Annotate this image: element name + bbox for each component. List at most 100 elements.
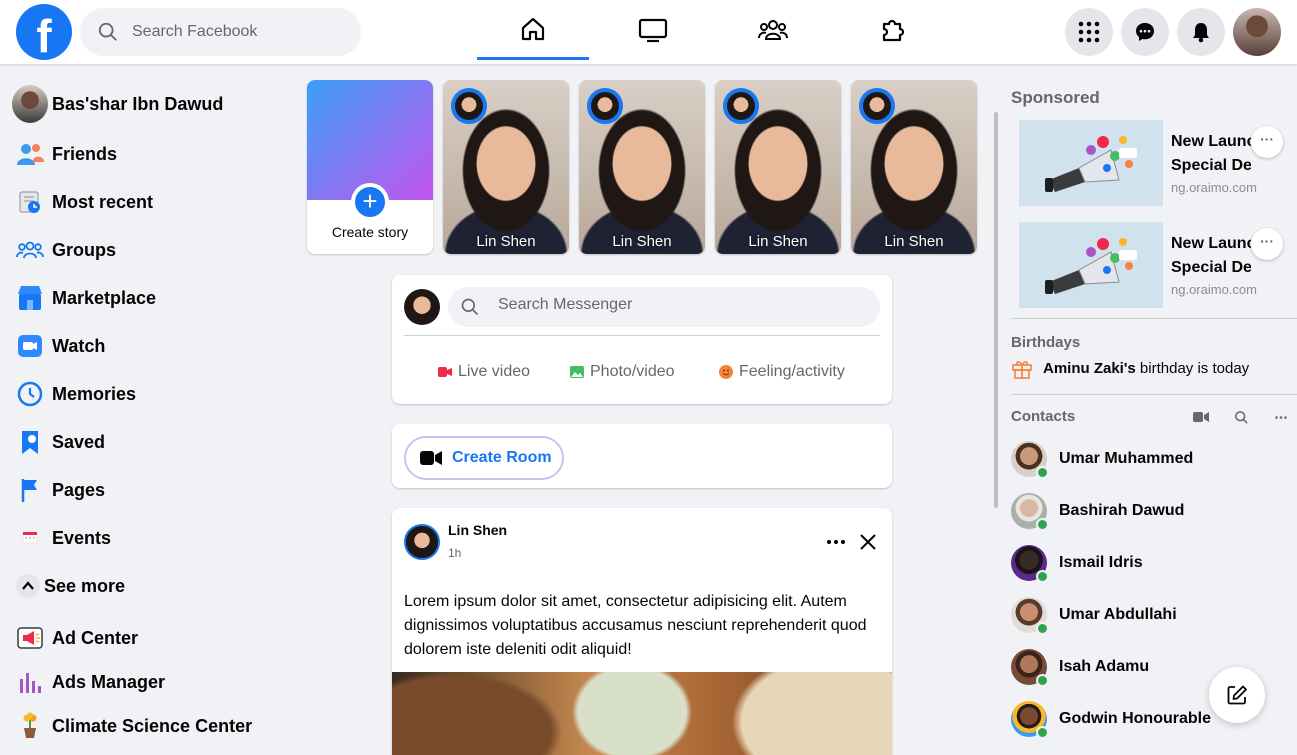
post-timestamp[interactable]: 1h: [448, 546, 461, 560]
gift-icon: [1012, 361, 1032, 379]
online-status-dot: [1036, 622, 1049, 635]
online-status-dot: [1036, 518, 1049, 531]
messenger-search-box[interactable]: [448, 287, 880, 327]
see-more-button[interactable]: See more: [16, 566, 276, 606]
search-box[interactable]: [80, 8, 361, 56]
contact-avatar: [1011, 493, 1049, 531]
sponsored-heading: Sponsored: [1011, 88, 1100, 107]
account-avatar[interactable]: [1233, 8, 1281, 56]
sidebar-item-events[interactable]: Events: [12, 518, 272, 558]
contact-item[interactable]: Umar Muhammed: [1011, 439, 1291, 479]
create-room-button[interactable]: Create Room: [404, 436, 564, 480]
search-input[interactable]: [132, 20, 342, 44]
create-story-card[interactable]: + Create story: [307, 80, 433, 254]
sidebar-item-watch[interactable]: Watch: [12, 326, 272, 366]
friends-icon: [12, 136, 48, 172]
live-video-button[interactable]: Live video: [438, 360, 530, 384]
ad-image[interactable]: [1019, 120, 1163, 206]
live-video-label: Live video: [458, 363, 531, 380]
online-status-dot: [1036, 466, 1049, 479]
new-message-button[interactable]: [1209, 667, 1265, 723]
tab-gaming[interactable]: [837, 0, 949, 60]
ad-options-button[interactable]: ···: [1251, 126, 1283, 158]
sidebar-item-label: Friends: [52, 143, 118, 164]
home-icon: [521, 17, 545, 40]
saved-icon: [12, 424, 48, 460]
sidebar-item-groups[interactable]: Groups: [12, 230, 272, 270]
search-icon: [1234, 410, 1248, 424]
sidebar-item-label: Memories: [52, 383, 137, 404]
shortcut-climate[interactable]: Climate Science Center: [12, 706, 272, 746]
video-camera-icon: [420, 451, 442, 465]
more-options-icon: [1275, 415, 1287, 419]
contact-item[interactable]: Ismail Idris: [1011, 543, 1291, 583]
birthdays-heading: Birthdays: [1011, 334, 1081, 351]
menu-button[interactable]: [1065, 8, 1113, 56]
story-card[interactable]: Lin Shen: [579, 80, 705, 254]
sidebar-item-label: Climate Science Center: [52, 715, 253, 736]
sidebar-item-marketplace[interactable]: Marketplace: [12, 278, 272, 318]
sidebar-item-pages[interactable]: Pages: [12, 470, 272, 510]
shortcut-ad-center[interactable]: Ad Center: [12, 618, 272, 658]
facebook-logo[interactable]: f: [16, 4, 72, 60]
create-story-label: Create story: [331, 224, 409, 240]
contact-item[interactable]: Umar Abdullahi: [1011, 595, 1291, 635]
avatar: [404, 289, 440, 325]
story-card[interactable]: Lin Shen: [443, 80, 569, 254]
ad-image[interactable]: [1019, 222, 1163, 308]
story-avatar: [859, 88, 895, 124]
post-image[interactable]: [392, 672, 892, 755]
ad-title-line1[interactable]: New Launc: [1171, 130, 1251, 154]
pages-icon: [12, 472, 48, 508]
notifications-button[interactable]: [1177, 8, 1225, 56]
tab-home[interactable]: [477, 0, 589, 60]
contact-name: Umar Abdullahi: [1059, 606, 1177, 623]
compose-icon: [1227, 685, 1247, 705]
story-card[interactable]: Lin Shen: [715, 80, 841, 254]
sidebar-item-label: Saved: [52, 431, 106, 452]
contacts-options-button[interactable]: [1270, 406, 1292, 428]
new-room-button[interactable]: [1190, 406, 1212, 428]
birthday-notice[interactable]: Aminu Zaki's birthday is today: [1011, 356, 1249, 380]
shortcut-ads-manager[interactable]: Ads Manager: [12, 662, 272, 702]
ad-domain: ng.oraimo.com: [1171, 282, 1257, 297]
post-body-text: Lorem ipsum dolor sit amet, consectetur …: [404, 593, 867, 658]
ad-title-line1[interactable]: New Launc: [1171, 232, 1251, 256]
megaphone-icon: [1045, 238, 1137, 294]
sidebar-item-most-recent[interactable]: Most recent: [12, 182, 272, 222]
feed-scrollbar[interactable]: [994, 112, 998, 508]
watch-icon: [638, 18, 668, 43]
story-card[interactable]: Lin Shen: [851, 80, 977, 254]
messenger-search-input[interactable]: [498, 296, 858, 314]
gaming-icon: [882, 19, 905, 42]
post-options-button[interactable]: [820, 526, 852, 558]
sidebar-item-saved[interactable]: Saved: [12, 422, 272, 462]
video-camera-icon: [1193, 412, 1209, 422]
sidebar-profile[interactable]: Bas'shar Ibn Dawud: [12, 84, 272, 124]
search-contacts-button[interactable]: [1230, 406, 1252, 428]
divider: [1011, 394, 1297, 395]
ad-options-button[interactable]: ···: [1251, 228, 1283, 260]
ad-title-line2[interactable]: Special Deal: [1171, 154, 1251, 178]
ad-title-line2[interactable]: Special Deal: [1171, 256, 1251, 280]
top-navigation-bar: f: [0, 0, 1297, 64]
tab-groups[interactable]: [717, 0, 829, 60]
story-author: Lin Shen: [884, 233, 944, 250]
story-avatar: [723, 88, 759, 124]
online-status-dot: [1036, 726, 1049, 739]
contact-item[interactable]: Bashirah Dawud: [1011, 491, 1291, 531]
sidebar-item-friends[interactable]: Friends: [12, 134, 272, 174]
messenger-icon: [1136, 23, 1154, 41]
messenger-button[interactable]: [1121, 8, 1169, 56]
feeling-activity-button[interactable]: Feeling/activity: [719, 360, 845, 384]
post-close-button[interactable]: [852, 526, 884, 558]
photo-video-button[interactable]: Photo/video: [570, 360, 675, 384]
avatar: [12, 85, 48, 123]
tab-watch[interactable]: [597, 0, 709, 60]
post-author[interactable]: Lin Shen: [448, 522, 507, 538]
sidebar-item-memories[interactable]: Memories: [12, 374, 272, 414]
composer-divider: [404, 335, 880, 336]
post-author-avatar[interactable]: [404, 524, 440, 560]
story-author: Lin Shen: [476, 233, 536, 250]
search-icon: [98, 22, 117, 41]
